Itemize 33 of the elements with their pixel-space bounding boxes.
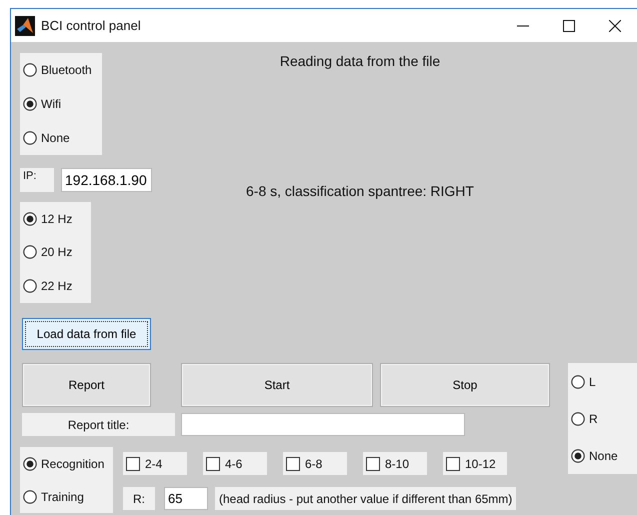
radio-option[interactable]: Wifi (23, 97, 102, 111)
radio-option[interactable]: Bluetooth (23, 63, 102, 77)
checkbox-option[interactable]: 10-12 (443, 452, 507, 475)
ip-field[interactable]: 192.168.1.90 (61, 168, 152, 192)
status-text: 6-8 s, classification spantree: RIGHT (246, 183, 474, 199)
ip-label: IP: (20, 168, 54, 192)
radius-field[interactable]: 65 (164, 487, 208, 510)
maximize-icon (563, 20, 575, 32)
report-title-label: Report title: (22, 413, 175, 436)
report-title-field[interactable] (181, 413, 465, 436)
window-title: BCI control panel (41, 18, 142, 33)
radius-label: R: (123, 487, 155, 510)
load-button[interactable]: Load data from file (22, 318, 151, 350)
radio-option[interactable]: None (23, 131, 102, 145)
radio-option[interactable]: Training (23, 490, 113, 504)
checkbox-option[interactable]: 4-6 (203, 452, 267, 475)
checkbox-option[interactable]: 6-8 (283, 452, 347, 475)
radio-option[interactable]: None (571, 448, 637, 462)
radio-option[interactable]: 22 Hz (23, 279, 91, 294)
checkbox-option[interactable]: 2-4 (123, 452, 187, 475)
radio-option[interactable]: R (571, 412, 637, 426)
radio-option[interactable]: Recognition (23, 456, 113, 470)
close-icon (609, 20, 621, 32)
action-button[interactable]: Start (181, 363, 373, 407)
action-button[interactable]: Report (22, 363, 151, 407)
action-button[interactable]: Stop (380, 363, 550, 407)
app-icon (15, 16, 35, 36)
radius-hint: (head radius - put another value if different than 65mm) (215, 487, 516, 510)
checkbox-option[interactable]: 8-10 (363, 452, 427, 475)
status-text: Reading data from the file (280, 53, 440, 69)
radio-option[interactable]: 20 Hz (23, 245, 91, 260)
radio-option[interactable]: 12 Hz (23, 212, 91, 226)
radio-option[interactable]: L (571, 374, 637, 388)
